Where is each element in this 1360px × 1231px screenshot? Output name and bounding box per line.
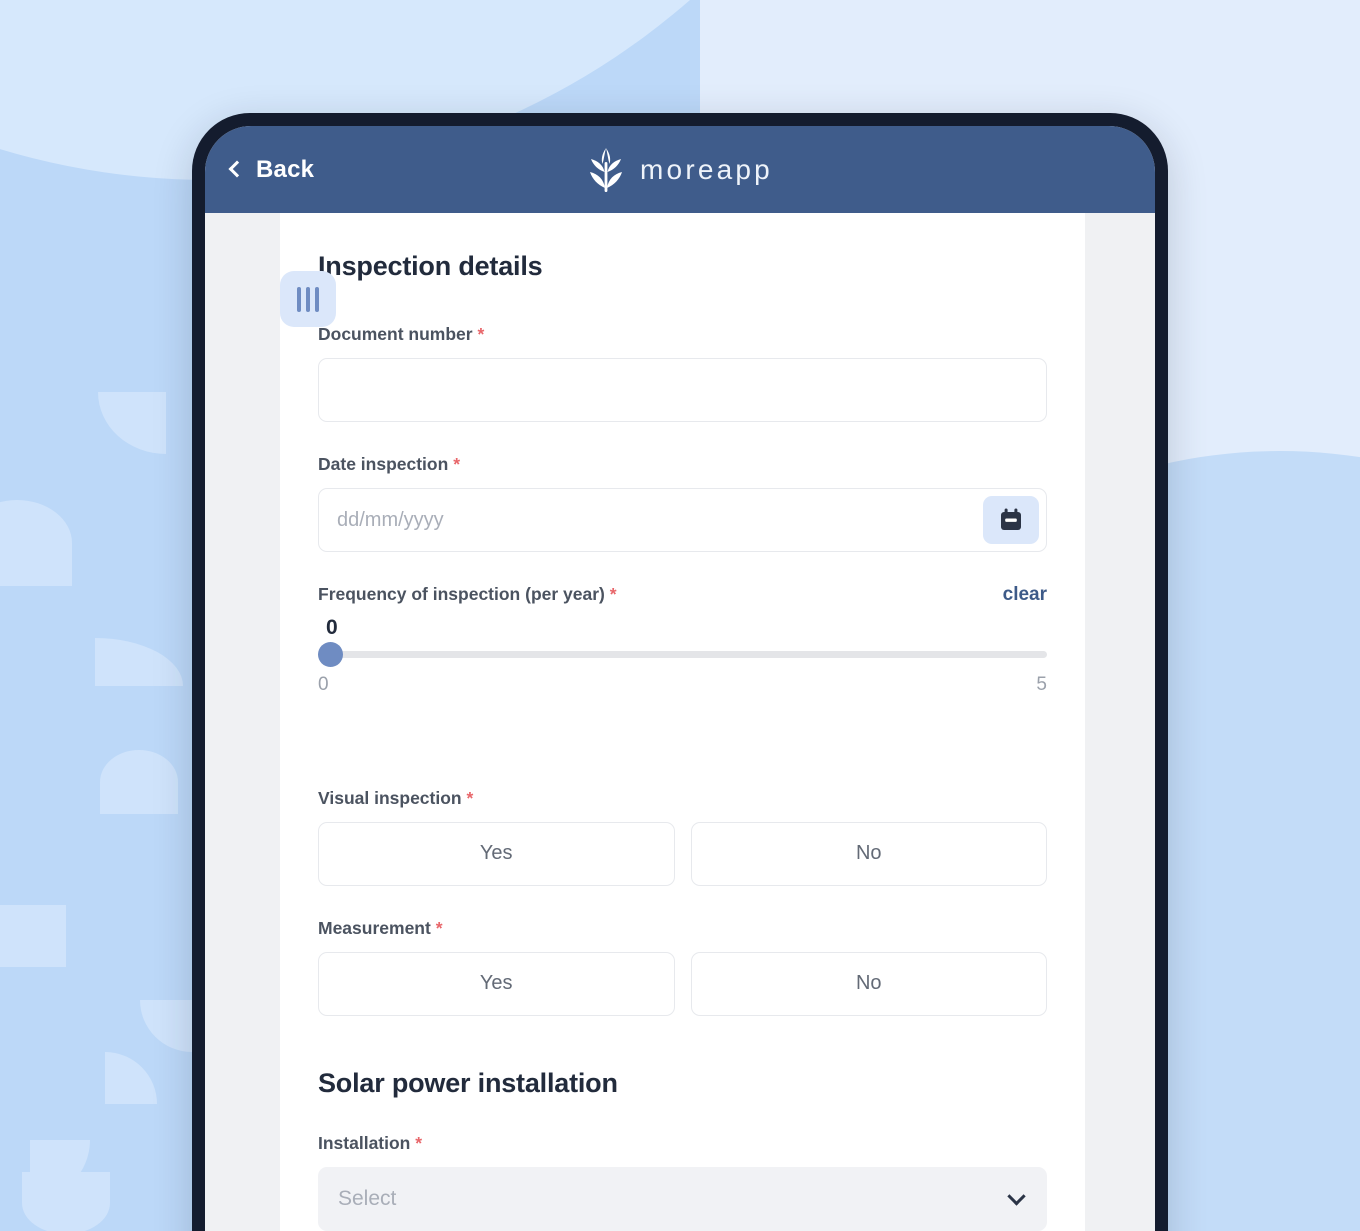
brand-logo: moreapp bbox=[205, 126, 1155, 213]
decor-shape bbox=[100, 750, 178, 814]
slider-min-label: 0 bbox=[318, 673, 329, 695]
decor-shape bbox=[0, 905, 66, 967]
required-asterisk: * bbox=[609, 584, 617, 604]
visual-inspection-label: Visual inspection * bbox=[318, 788, 1047, 809]
document-number-label-text: Document number bbox=[318, 324, 473, 344]
document-number-label: Document number * bbox=[318, 324, 1047, 345]
measurement-label: Measurement * bbox=[318, 918, 1047, 939]
decor-shape bbox=[0, 500, 72, 586]
field-installation: Installation * Select bbox=[318, 1133, 1047, 1231]
back-button[interactable]: Back bbox=[228, 155, 315, 184]
frequency-label: Frequency of inspection (per year) * bbox=[318, 584, 617, 605]
visual-inspection-label-text: Visual inspection bbox=[318, 787, 462, 808]
solar-section-title: Solar power installation bbox=[318, 1067, 618, 1098]
slider-track[interactable] bbox=[318, 651, 1047, 658]
slider-max-label: 5 bbox=[1036, 673, 1047, 695]
visual-inspection-no-button[interactable]: No bbox=[690, 821, 1047, 886]
decor-shape bbox=[105, 1052, 157, 1104]
decor-shape bbox=[140, 1000, 192, 1052]
required-asterisk: * bbox=[466, 787, 474, 808]
measurement-no-button[interactable]: No bbox=[690, 951, 1047, 1016]
installation-label-text: Installation bbox=[318, 1132, 411, 1153]
calendar-icon bbox=[1001, 508, 1021, 530]
slider-thumb[interactable] bbox=[318, 642, 343, 667]
required-asterisk: * bbox=[477, 324, 485, 344]
slider-handle-icon[interactable] bbox=[280, 271, 336, 327]
installation-label: Installation * bbox=[318, 1133, 1047, 1154]
field-visual-inspection: Visual inspection * Yes No bbox=[318, 788, 1047, 886]
phone-frame: Back moreapp Inspection details Document… bbox=[192, 113, 1168, 1231]
app-header: Back moreapp bbox=[205, 126, 1155, 213]
field-measurement: Measurement * Yes No bbox=[318, 918, 1047, 1016]
required-asterisk: * bbox=[453, 454, 460, 474]
field-frequency: Frequency of inspection (per year) * cle… bbox=[280, 271, 1047, 696]
brand-name: moreapp bbox=[640, 153, 773, 185]
required-asterisk: * bbox=[435, 917, 443, 938]
phone-screen: Back moreapp Inspection details Document… bbox=[205, 126, 1155, 1231]
required-asterisk: * bbox=[415, 1132, 423, 1153]
field-date-inspection: Date inspection * bbox=[318, 454, 1047, 552]
installation-select-placeholder: Select bbox=[338, 1186, 397, 1210]
form-card: Inspection details Document number * Dat… bbox=[280, 213, 1085, 1231]
clear-button[interactable]: clear bbox=[1003, 584, 1047, 606]
slider-scale: 0 5 bbox=[318, 674, 1047, 696]
date-inspection-label-text: Date inspection bbox=[318, 454, 449, 474]
back-button-label: Back bbox=[256, 155, 315, 183]
frequency-current-value: 0 bbox=[326, 616, 338, 639]
decor-shape bbox=[98, 392, 166, 454]
decor-shape bbox=[95, 638, 183, 686]
measurement-label-text: Measurement bbox=[318, 917, 431, 938]
frequency-label-text: Frequency of inspection (per year) bbox=[318, 584, 605, 604]
date-inspection-label: Date inspection * bbox=[318, 454, 1047, 475]
wheat-leaf-icon bbox=[590, 147, 623, 192]
page-backdrop: Back moreapp Inspection details Document… bbox=[0, 0, 1360, 1231]
measurement-yes-button[interactable]: Yes bbox=[318, 951, 675, 1016]
visual-inspection-yes-button[interactable]: Yes bbox=[318, 821, 675, 886]
page-title: Inspection details bbox=[318, 251, 543, 281]
installation-select[interactable]: Select bbox=[318, 1166, 1047, 1231]
chevron-left-icon bbox=[228, 160, 246, 178]
field-document-number: Document number * bbox=[318, 324, 1047, 422]
calendar-picker-button[interactable] bbox=[983, 496, 1039, 544]
date-inspection-input[interactable] bbox=[318, 488, 1047, 552]
frequency-slider[interactable] bbox=[318, 642, 1047, 667]
document-number-input[interactable] bbox=[318, 358, 1047, 422]
